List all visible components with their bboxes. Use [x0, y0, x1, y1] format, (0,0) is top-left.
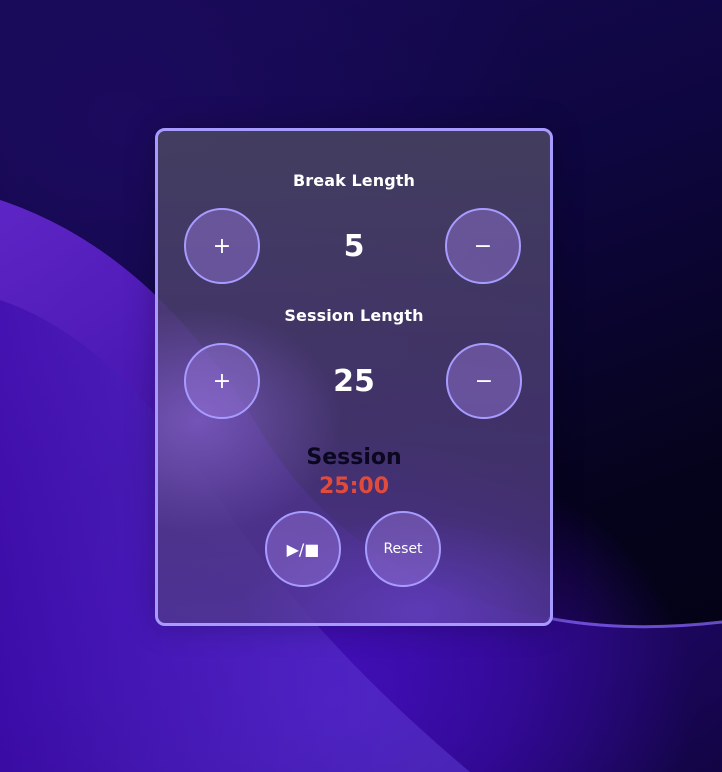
- session-length-label: Session Length: [284, 306, 424, 325]
- pomodoro-card: Break Length + 5 − Session Length + 25 −…: [155, 128, 553, 626]
- reset-label: Reset: [383, 541, 423, 557]
- session-decrement-button[interactable]: −: [446, 343, 522, 419]
- play-pause-icon: ▶/■: [286, 539, 320, 559]
- start-stop-button[interactable]: ▶/■: [265, 511, 341, 587]
- break-length-label: Break Length: [292, 171, 416, 190]
- break-decrement-button[interactable]: −: [445, 208, 521, 284]
- reset-button[interactable]: Reset: [365, 511, 441, 587]
- timer-mode-label: Session: [306, 445, 402, 470]
- minus-icon: −: [474, 368, 494, 394]
- app-background: Break Length + 5 − Session Length + 25 −…: [0, 0, 722, 772]
- minus-icon: −: [473, 233, 493, 259]
- timer-display: 25:00: [318, 474, 390, 499]
